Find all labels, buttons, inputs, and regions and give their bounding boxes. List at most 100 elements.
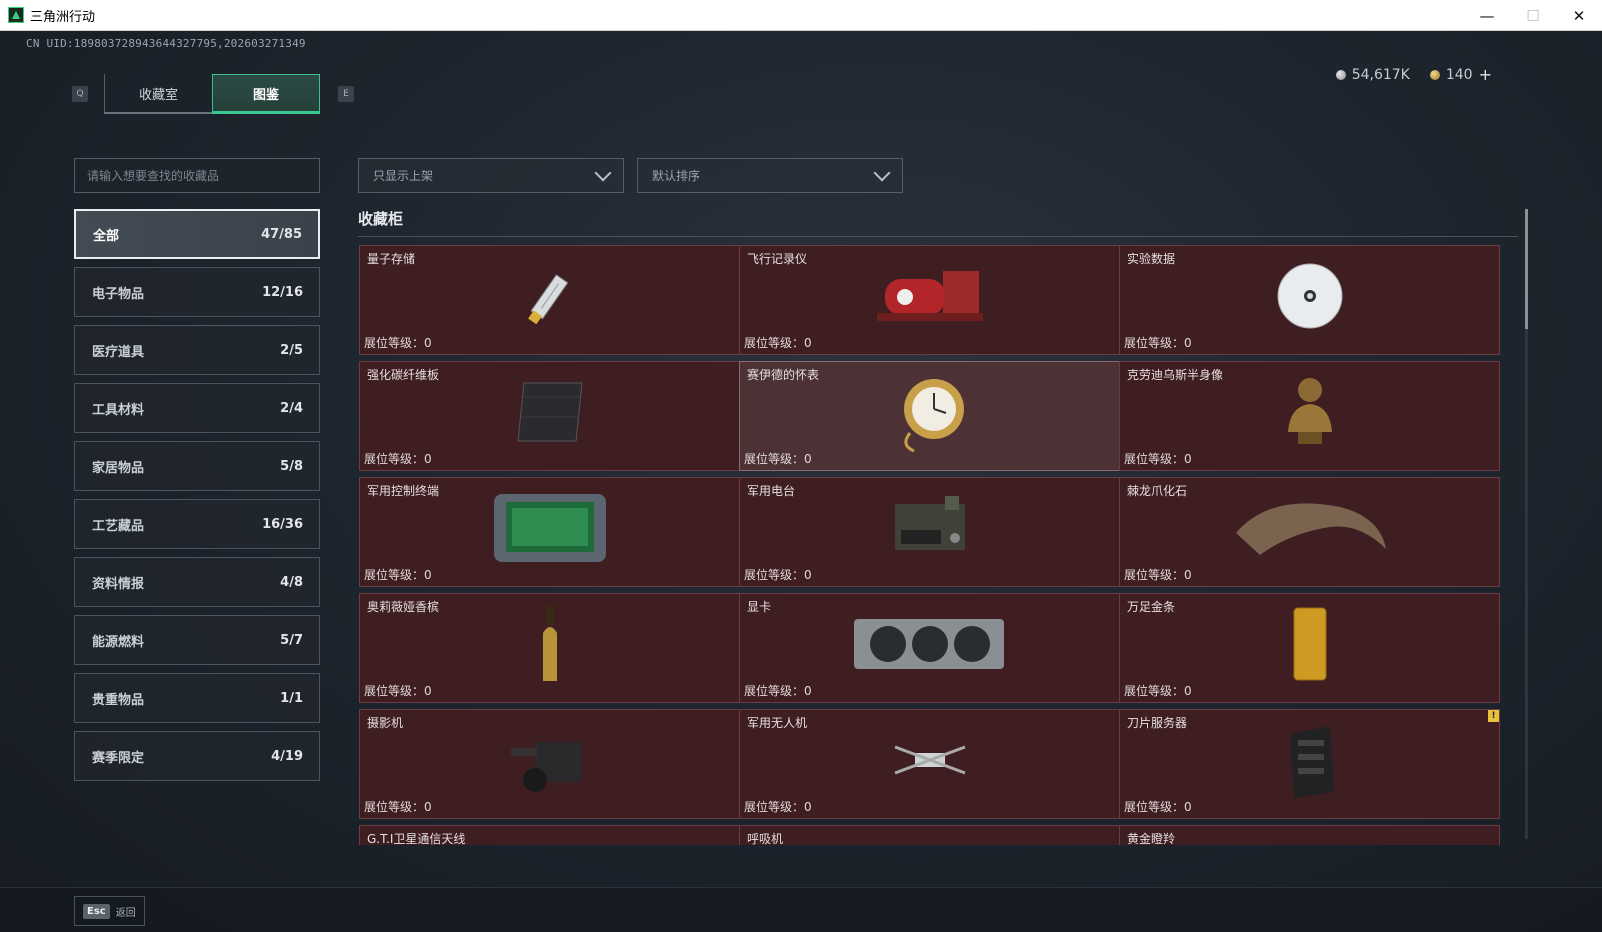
item-name: 飞行记录仪 <box>747 252 808 266</box>
item-name: 奥莉薇娅香槟 <box>367 600 440 614</box>
category-item[interactable]: 全部 47/85 <box>74 209 320 259</box>
warning-icon: ! <box>1488 710 1499 722</box>
collection-card[interactable]: 奥莉薇娅香槟 展位等级：0 <box>359 593 740 703</box>
back-button[interactable]: Esc 返回 <box>74 896 145 926</box>
item-name: 黄金瞪羚 <box>1127 832 1176 845</box>
sort-dropdown[interactable]: 默认排序 <box>637 158 903 193</box>
flight-recorder-icon <box>865 261 995 335</box>
collection-card[interactable]: 刀片服务器 展位等级：0! <box>1119 709 1500 819</box>
collection-card[interactable]: 黄金瞪羚 <box>1119 825 1500 845</box>
maximize-button[interactable]: ☐ <box>1510 0 1556 31</box>
category-item[interactable]: 能源燃料 5/7 <box>74 615 320 665</box>
esc-key-hint: Esc <box>83 903 110 919</box>
category-count: 4/8 <box>280 574 303 590</box>
booth-level-value: 0 <box>804 568 812 582</box>
collection-card[interactable]: 呼吸机 <box>739 825 1120 845</box>
booth-level-value: 0 <box>1184 452 1192 466</box>
booth-level-value: 0 <box>804 684 812 698</box>
category-item[interactable]: 工具材料 2/4 <box>74 383 320 433</box>
drone-icon <box>885 725 975 799</box>
category-count: 16/36 <box>262 516 303 532</box>
key-hint-e: E <box>338 86 354 102</box>
item-name: 显卡 <box>747 600 772 614</box>
category-item[interactable]: 家居物品 5/8 <box>74 441 320 491</box>
minimize-button[interactable]: — <box>1464 0 1510 31</box>
category-item[interactable]: 电子物品 12/16 <box>74 267 320 317</box>
collection-card[interactable]: 摄影机 展位等级：0 <box>359 709 740 819</box>
close-button[interactable]: ✕ <box>1556 0 1602 31</box>
collection-card[interactable]: 显卡展位等级：0 <box>739 593 1120 703</box>
grid-scrollbar[interactable] <box>1525 209 1528 839</box>
category-count: 47/85 <box>261 226 302 242</box>
item-name: 军用无人机 <box>747 716 808 730</box>
booth-level: 展位等级：0 <box>1124 450 1192 467</box>
collection-card[interactable]: 强化碳纤维板 展位等级：0 <box>359 361 740 471</box>
player-uid: CN UID:1898037289436443277​95,2026032713… <box>26 37 306 50</box>
booth-level: 展位等级：0 <box>364 334 432 351</box>
shelf-filter-value: 只显示上架 <box>373 169 434 183</box>
booth-level: 展位等级：0 <box>364 450 432 467</box>
collection-card[interactable]: 赛伊德的怀表 展位等级：0 <box>739 361 1120 471</box>
search-input[interactable]: 请输入想要查找的收藏品 <box>74 158 320 193</box>
collection-card[interactable]: 实验数据 展位等级：0 <box>1119 245 1500 355</box>
add-currency-button[interactable]: + <box>1479 65 1492 84</box>
collection-card[interactable]: 军用无人机 展位等级：0 <box>739 709 1120 819</box>
category-count: 2/5 <box>280 342 303 358</box>
category-item[interactable]: 赛季限定 4/19 <box>74 731 320 781</box>
category-item[interactable]: 工艺藏品 16/36 <box>74 499 320 549</box>
key-hint-q: Q <box>72 86 88 102</box>
champagne-icon <box>535 603 565 689</box>
chevron-down-icon <box>594 164 612 181</box>
item-name: 刀片服务器 <box>1127 716 1188 730</box>
currency-bar: 54,617K 140 + <box>1335 65 1492 84</box>
window-title: 三角洲行动 <box>30 9 96 25</box>
item-name: 量子存储 <box>367 252 416 266</box>
tab-catalog[interactable]: 图鉴 <box>212 74 320 114</box>
booth-level-label: 展位等级： <box>744 452 805 466</box>
collection-card[interactable]: 克劳迪乌斯半身像 展位等级：0 <box>1119 361 1500 471</box>
item-name: 军用控制终端 <box>367 484 440 498</box>
category-item[interactable]: 贵重物品 1/1 <box>74 673 320 723</box>
booth-level-value: 0 <box>1184 568 1192 582</box>
collection-card[interactable]: 军用控制终端 展位等级：0 <box>359 477 740 587</box>
scrollbar-thumb[interactable] <box>1525 209 1528 329</box>
collection-card[interactable]: 军用电台 展位等级：0 <box>739 477 1120 587</box>
booth-level-value: 0 <box>1184 336 1192 350</box>
collection-card[interactable]: 棘龙爪化石 展位等级：0 <box>1119 477 1500 587</box>
game-viewport: CN UID:1898037289436443277​95,2026032713… <box>0 31 1602 932</box>
tab-collection-room[interactable]: 收藏室 <box>104 74 212 114</box>
category-item[interactable]: 医疗道具 2/5 <box>74 325 320 375</box>
category-label: 贵重物品 <box>92 692 145 708</box>
booth-level-label: 展位等级： <box>1124 568 1185 582</box>
collection-card[interactable]: 量子存储展位等级：0 <box>359 245 740 355</box>
server-icon <box>1280 720 1340 804</box>
booth-level-label: 展位等级： <box>1124 452 1185 466</box>
item-name: 万足金条 <box>1127 600 1176 614</box>
collection-card[interactable]: 万足金条 展位等级：0 <box>1119 593 1500 703</box>
booth-level-value: 0 <box>424 568 432 582</box>
booth-level: 展位等级：0 <box>364 798 432 815</box>
gpu-icon <box>850 609 1010 683</box>
category-count: 5/7 <box>280 632 303 648</box>
pocket-watch-icon <box>890 369 970 459</box>
booth-level: 展位等级：0 <box>744 682 812 699</box>
collection-card[interactable]: 飞行记录仪展位等级：0 <box>739 245 1120 355</box>
item-name: 强化碳纤维板 <box>367 368 440 382</box>
item-name: 军用电台 <box>747 484 796 498</box>
category-count: 1/1 <box>280 690 303 706</box>
category-item[interactable]: 资料情报 4/8 <box>74 557 320 607</box>
sort-value: 默认排序 <box>652 169 701 183</box>
booth-level-label: 展位等级： <box>364 452 425 466</box>
collection-card[interactable]: G.T.I卫星通信天线 <box>359 825 740 845</box>
booth-level-label: 展位等级： <box>1124 684 1185 698</box>
booth-level-value: 0 <box>424 452 432 466</box>
terminal-icon <box>490 490 610 570</box>
item-name: 实验数据 <box>1127 252 1176 266</box>
shelf-filter-dropdown[interactable]: 只显示上架 <box>358 158 624 193</box>
booth-level: 展位等级：0 <box>744 334 812 351</box>
booth-level-value: 0 <box>424 800 432 814</box>
item-name: 呼吸机 <box>747 832 784 845</box>
category-label: 能源燃料 <box>92 634 145 650</box>
category-list: 全部 47/85 电子物品 12/16 医疗道具 2/5 工具材料 2/4 家居物品 5/8 工艺藏… <box>74 209 320 789</box>
booth-level-label: 展位等级： <box>364 568 425 582</box>
